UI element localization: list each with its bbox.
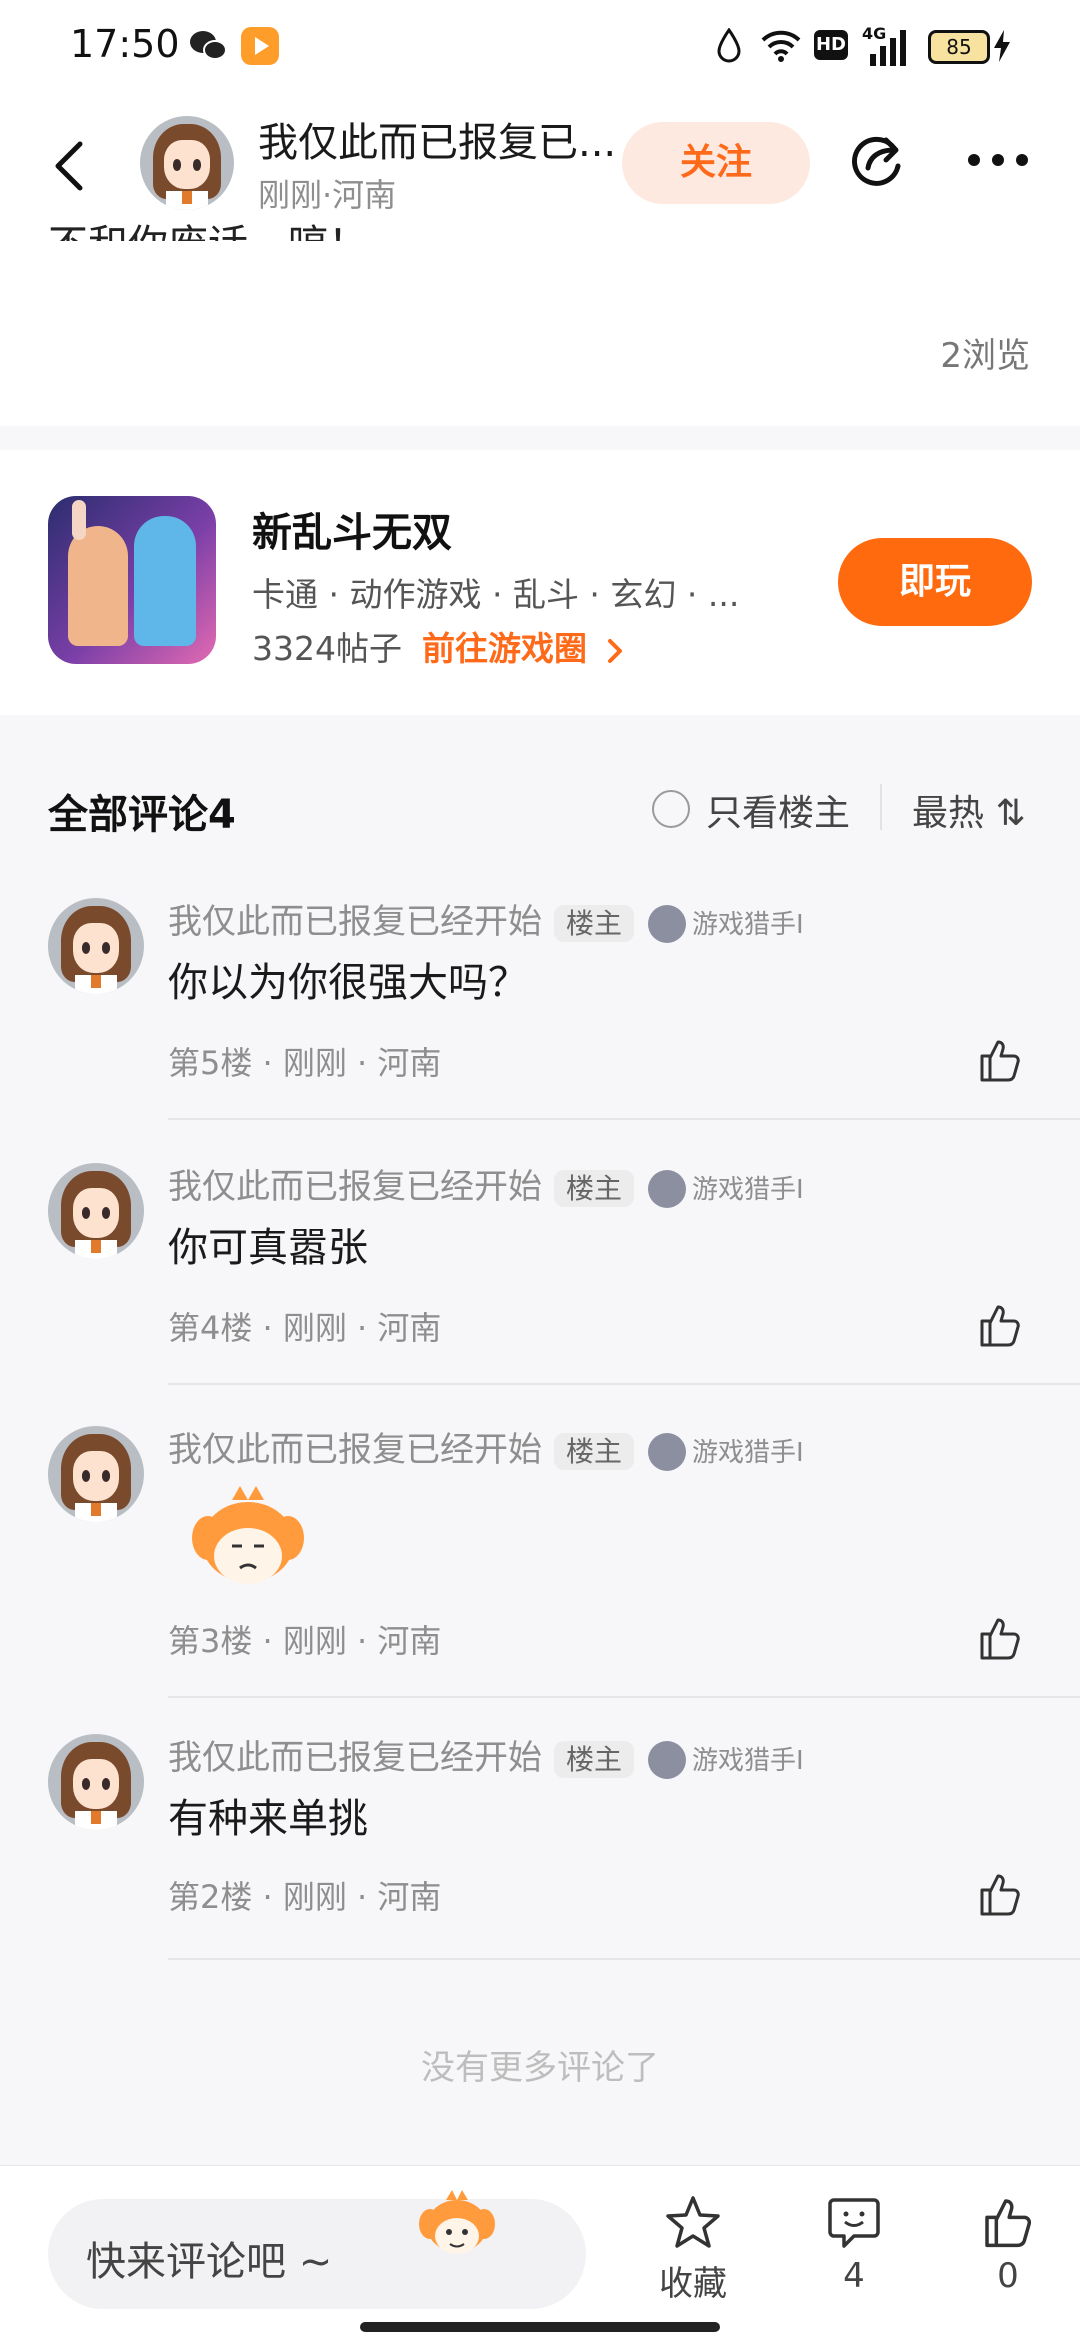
- battery-icon: 85: [928, 30, 990, 64]
- network-label: 4G: [862, 24, 887, 43]
- comment-username[interactable]: 我仅此而已报复已经开始 楼主 游戏猎手I: [168, 894, 804, 943]
- comment-item: 我仅此而已报复已经开始 楼主 游戏猎手I 你可真嚣张 第4楼 · 刚刚 · 河南: [0, 1145, 1080, 1385]
- post-header: 我仅此而已报复已... 刚刚·河南: [0, 100, 1080, 230]
- comment-count-button[interactable]: 4: [794, 2194, 914, 2296]
- op-only-label[interactable]: 只看楼主: [706, 784, 850, 836]
- video-app-icon: [241, 27, 279, 65]
- op-badge: 楼主: [554, 1170, 635, 1207]
- op-only-radio[interactable]: [652, 790, 690, 828]
- mascot-sticker: [192, 1486, 304, 1584]
- comment-text: 你以为你很强大吗？: [168, 960, 528, 1006]
- comment-input-placeholder: 快来评论吧 ~: [86, 2239, 333, 2285]
- level-badge-icon: [648, 1169, 687, 1208]
- author-avatar[interactable]: [140, 116, 234, 210]
- home-indicator[interactable]: [360, 2322, 720, 2332]
- comment-meta: 第3楼 · 刚刚 · 河南: [168, 1622, 442, 1660]
- level-badge-icon: [648, 1740, 687, 1779]
- comment-username[interactable]: 我仅此而已报复已经开始 楼主 游戏猎手I: [168, 1730, 804, 1779]
- comment-avatar[interactable]: [48, 1734, 144, 1830]
- comment-divider: [168, 1383, 1080, 1385]
- thumbs-up-icon: [985, 2199, 1032, 2248]
- comment-username-text: 我仅此而已报复已经开始: [168, 1738, 542, 1778]
- more-icon[interactable]: [966, 152, 1030, 168]
- post-meta: 刚刚·河南: [258, 176, 397, 214]
- comment-divider: [168, 1118, 1080, 1120]
- op-badge: 楼主: [554, 905, 635, 942]
- comment-item: 我仅此而已报复已经开始 楼主 游戏猎手I 你以为你很强大吗？ 第5楼 · 刚刚 · …: [0, 880, 1080, 1120]
- view-count: 2浏览: [940, 336, 1030, 376]
- game-circle-link[interactable]: 前往游戏圈: [422, 622, 625, 670]
- level-badge-icon: [648, 904, 687, 943]
- comment-avatar[interactable]: [48, 1163, 144, 1259]
- comment-username[interactable]: 我仅此而已报复已经开始 楼主 游戏猎手I: [168, 1159, 804, 1208]
- op-badge: 楼主: [554, 1741, 635, 1778]
- play-button[interactable]: 即玩: [838, 538, 1032, 626]
- comment-item: 我仅此而已报复已经开始 楼主 游戏猎手I 有种来单挑 第2楼 · 刚刚 · 河南: [0, 1720, 1080, 1960]
- divider: [880, 784, 882, 830]
- comment-username-text: 我仅此而已报复已经开始: [168, 1430, 542, 1470]
- star-icon: [666, 2196, 720, 2248]
- comment-username[interactable]: 我仅此而已报复已经开始 楼主 游戏猎手I: [168, 1422, 804, 1471]
- post-text: 不和你废话，哼！: [48, 222, 368, 268]
- level-label: 游戏猎手I: [692, 910, 804, 940]
- comment-avatar[interactable]: [48, 898, 144, 994]
- comment-item: 我仅此而已报复已经开始 楼主 游戏猎手I 第3楼 · 刚刚 · 河南: [0, 1408, 1080, 1698]
- level-label: 游戏猎手I: [692, 1746, 804, 1776]
- drop-icon: [717, 28, 741, 63]
- no-more-comments: 没有更多评论了: [421, 2048, 659, 2088]
- comment-text: 你可真嚣张: [168, 1225, 368, 1271]
- comment-input[interactable]: 快来评论吧 ~: [48, 2199, 586, 2309]
- game-card[interactable]: 新乱斗无双 卡通 · 动作游戏 · 乱斗 · 玄幻 · ... 3324帖子 前…: [0, 450, 1080, 715]
- comment-divider: [168, 1958, 1080, 1960]
- game-circle-label: 前往游戏圈: [422, 629, 587, 668]
- thumbs-up-icon[interactable]: [976, 1301, 1024, 1349]
- favorite-label: 收藏: [659, 2264, 727, 2304]
- author-name[interactable]: 我仅此而已报复已...: [258, 110, 616, 168]
- status-bar: 17:50 HD 4G 85: [0, 0, 1080, 100]
- comments-header: 全部评论4 只看楼主 最热 ⇅: [0, 740, 1080, 880]
- op-badge: 楼主: [554, 1433, 635, 1470]
- comment-avatar[interactable]: [48, 1426, 144, 1522]
- comment-meta: 第5楼 · 刚刚 · 河南: [168, 1044, 442, 1082]
- comment-meta: 第2楼 · 刚刚 · 河南: [168, 1878, 442, 1916]
- favorite-button[interactable]: 收藏: [633, 2194, 753, 2305]
- signal-4g-icon: 4G: [862, 24, 912, 66]
- game-tags: 卡通 · 动作游戏 · 乱斗 · 玄幻 · ...: [252, 575, 740, 614]
- comment-bubble-icon: [828, 2198, 880, 2248]
- comment-count: 4: [843, 2256, 865, 2296]
- thumbs-up-icon[interactable]: [976, 1036, 1024, 1084]
- follow-button[interactable]: 关注: [622, 122, 810, 204]
- comment-username-text: 我仅此而已报复已经开始: [168, 1167, 542, 1207]
- comment-divider: [168, 1696, 1080, 1698]
- wifi-icon: [761, 30, 801, 62]
- hd-icon: HD: [814, 30, 848, 60]
- wechat-icon: [190, 31, 227, 60]
- chevron-right-icon: [607, 638, 622, 663]
- comment-text: 有种来单挑: [168, 1796, 368, 1842]
- game-icon[interactable]: [48, 496, 216, 664]
- post-body: 不和你废话，哼！ 2浏览: [0, 222, 1080, 426]
- share-icon[interactable]: [846, 128, 908, 190]
- comment-username-text: 我仅此而已报复已经开始: [168, 902, 542, 942]
- thumbs-up-icon[interactable]: [976, 1870, 1024, 1918]
- like-count: 0: [997, 2256, 1019, 2296]
- status-time: 17:50: [70, 22, 180, 66]
- game-title: 新乱斗无双: [252, 510, 452, 556]
- thumbs-up-icon[interactable]: [976, 1614, 1024, 1662]
- level-label: 游戏猎手I: [692, 1175, 804, 1205]
- comments-title: 全部评论4: [48, 792, 236, 838]
- charging-icon: [994, 30, 1010, 62]
- back-arrow-icon[interactable]: [50, 140, 86, 192]
- game-post-count: 3324帖子: [252, 629, 402, 668]
- like-button[interactable]: 0: [948, 2194, 1068, 2296]
- sort-toggle[interactable]: 最热 ⇅: [912, 784, 1026, 836]
- level-badge-icon: [648, 1432, 687, 1471]
- comment-meta: 第4楼 · 刚刚 · 河南: [168, 1309, 442, 1347]
- emoji-mascot-icon[interactable]: [416, 2182, 498, 2260]
- bottom-action-bar: 快来评论吧 ~ 收藏 4 0: [0, 2165, 1080, 2341]
- level-label: 游戏猎手I: [692, 1438, 804, 1468]
